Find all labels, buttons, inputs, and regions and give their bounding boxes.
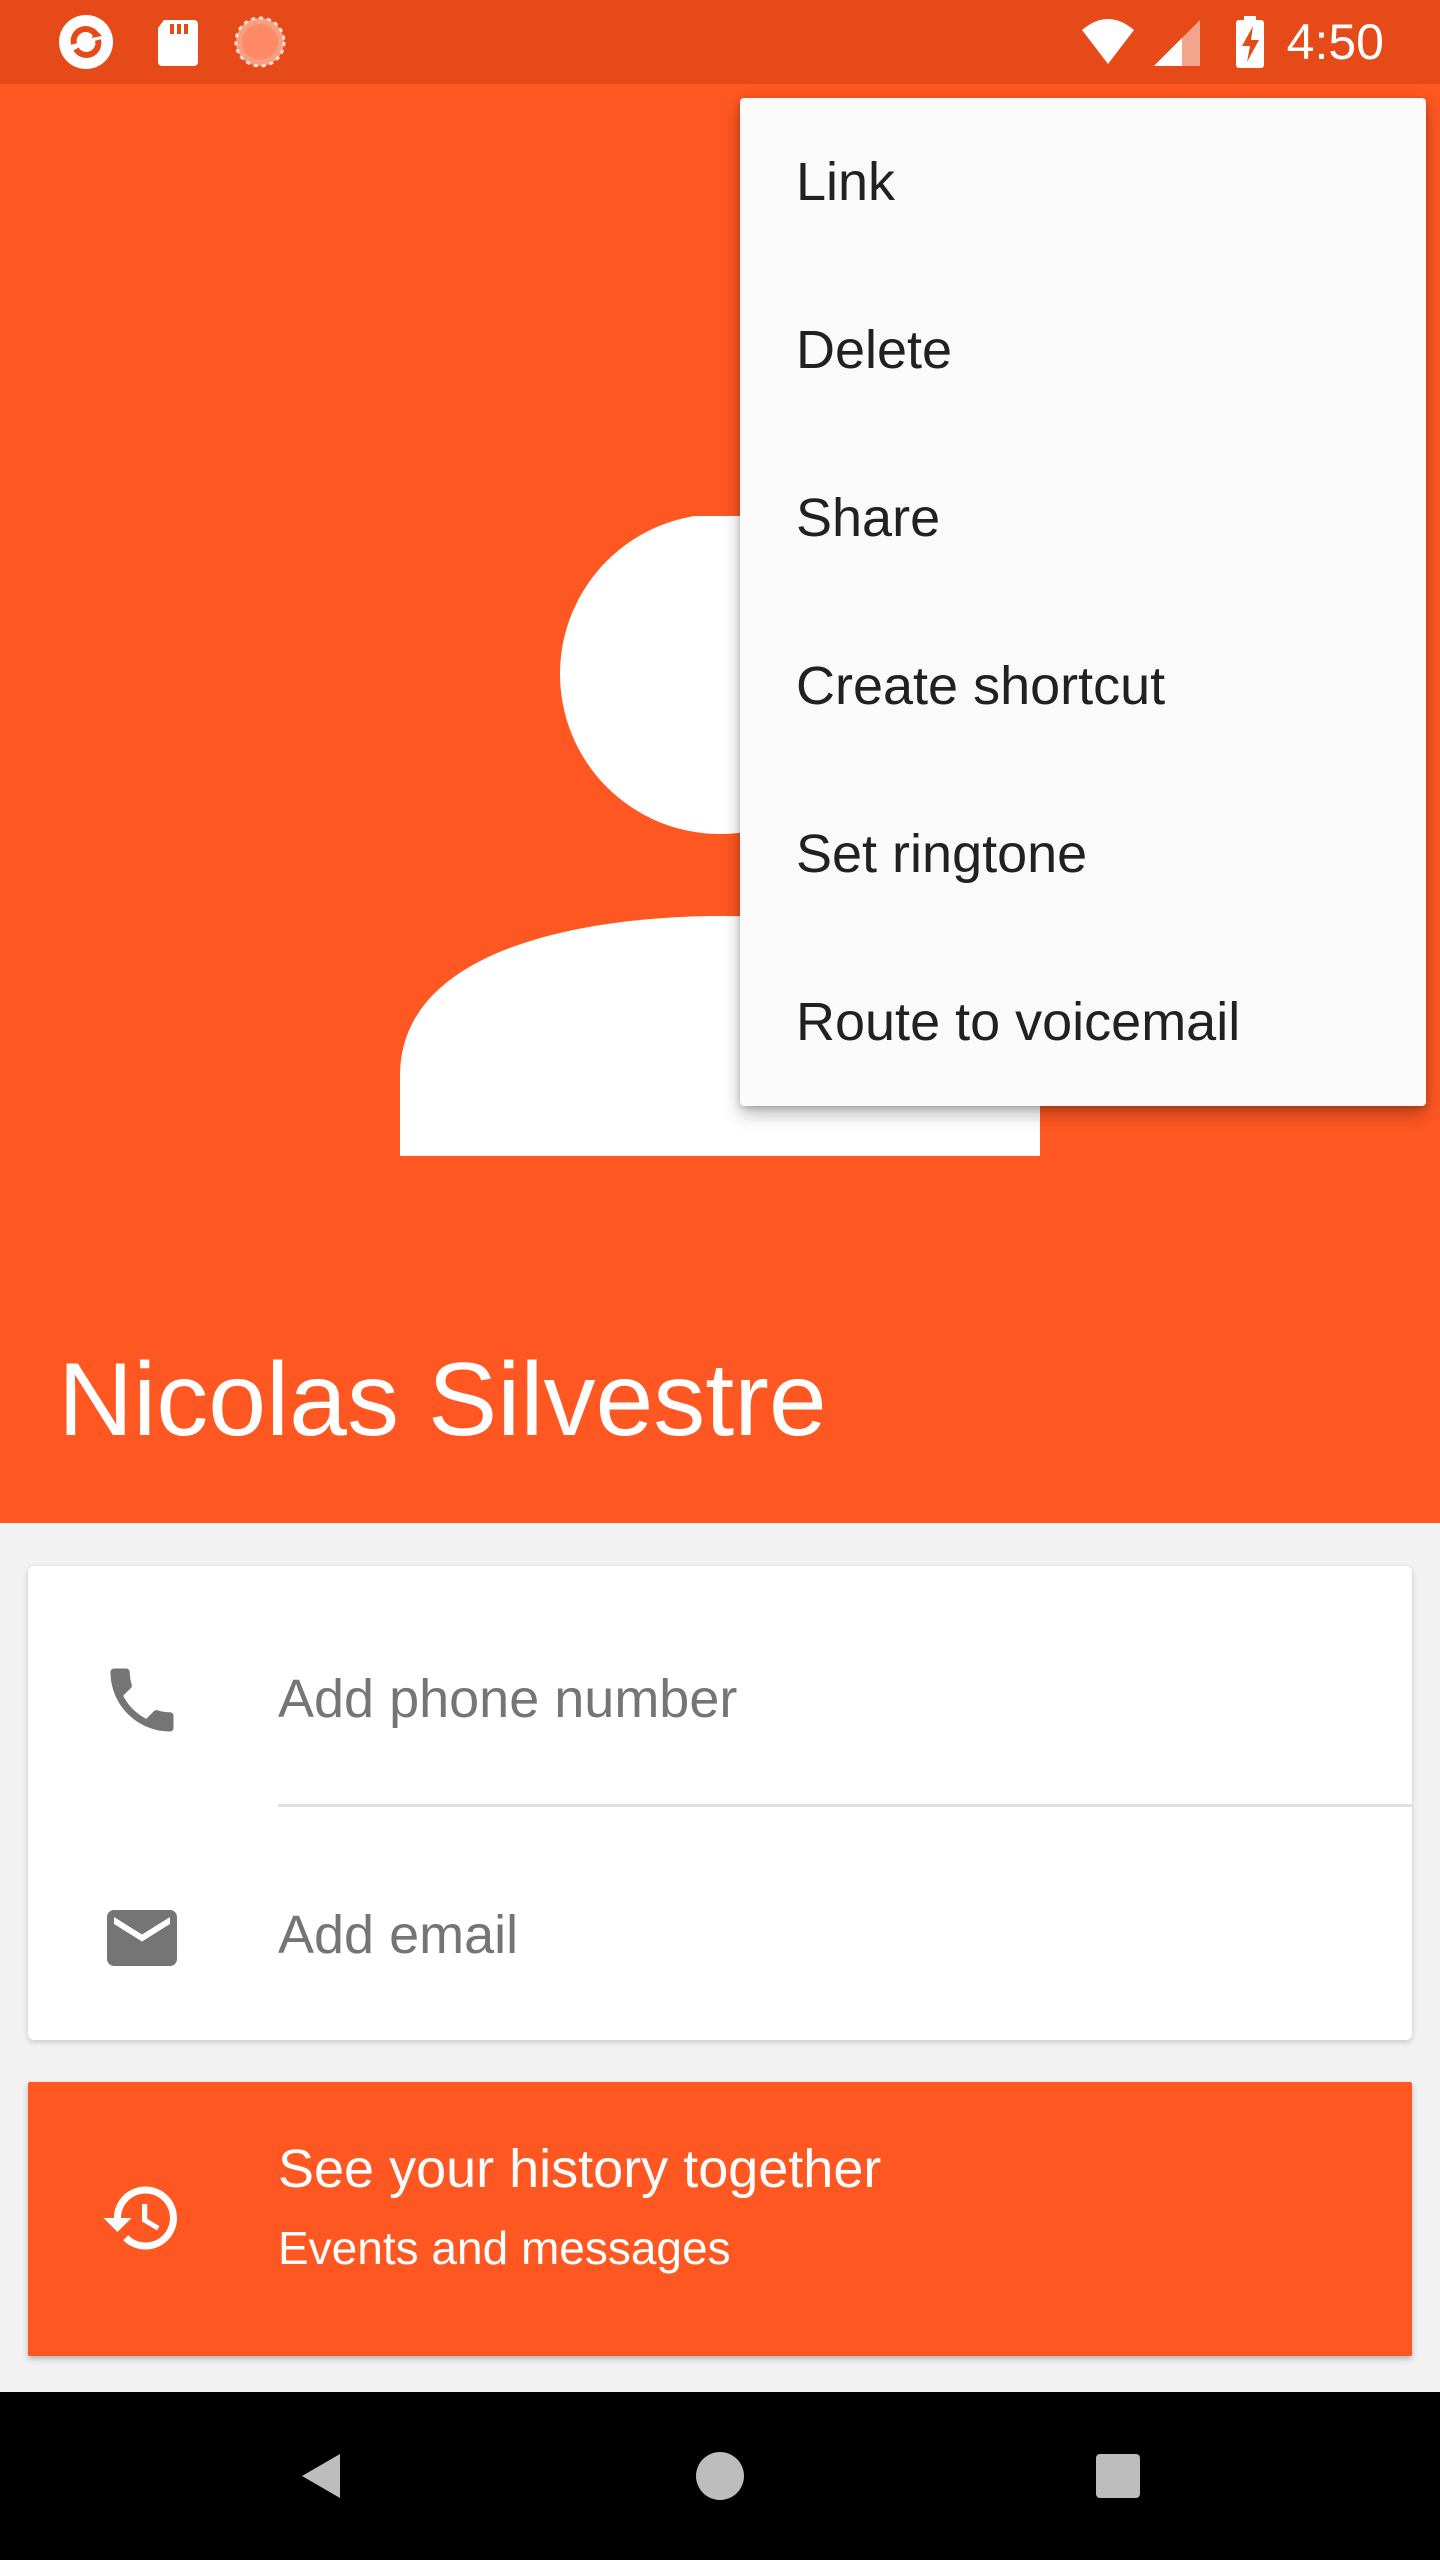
overflow-menu: Link Delete Share Create shortcut Set ri…	[740, 98, 1426, 1106]
back-icon[interactable]	[282, 2436, 362, 2516]
sd-card-icon	[158, 20, 198, 66]
status-bar: 4:50	[0, 0, 1440, 84]
history-card[interactable]: See your history together Events and mes…	[28, 2082, 1412, 2356]
add-email-row[interactable]: Add email	[28, 1810, 1412, 2040]
email-icon	[107, 1910, 177, 1966]
add-phone-row[interactable]: Add phone number	[28, 1566, 1412, 1796]
recents-icon[interactable]	[1078, 2436, 1158, 2516]
contact-name: Nicolas Silvestre	[58, 1342, 827, 1458]
menu-item-delete[interactable]: Delete	[740, 266, 1426, 434]
refresh-app-icon	[59, 15, 113, 69]
menu-item-share[interactable]: Share	[740, 434, 1426, 602]
sync-spinner-icon	[234, 16, 286, 68]
wifi-icon	[1082, 19, 1134, 64]
contact-info-card: Add phone number Add email	[28, 1566, 1412, 2040]
cell-signal-icon	[1154, 20, 1200, 66]
home-icon[interactable]	[680, 2436, 760, 2516]
phone-icon	[110, 1668, 174, 1732]
history-icon	[103, 2186, 177, 2250]
battery-charging-icon	[1236, 16, 1264, 68]
add-email-placeholder: Add email	[278, 1905, 519, 1965]
row-divider	[278, 1804, 1412, 1807]
menu-item-create-shortcut[interactable]: Create shortcut	[740, 602, 1426, 770]
menu-item-link[interactable]: Link	[740, 98, 1426, 266]
navigation-bar	[0, 2392, 1440, 2560]
history-title: See your history together	[278, 2139, 882, 2199]
add-phone-placeholder: Add phone number	[278, 1669, 738, 1729]
history-subtitle: Events and messages	[278, 2222, 731, 2274]
status-time: 4:50	[1286, 14, 1384, 70]
menu-item-route-to-voicemail[interactable]: Route to voicemail	[740, 938, 1426, 1106]
menu-item-set-ringtone[interactable]: Set ringtone	[740, 770, 1426, 938]
